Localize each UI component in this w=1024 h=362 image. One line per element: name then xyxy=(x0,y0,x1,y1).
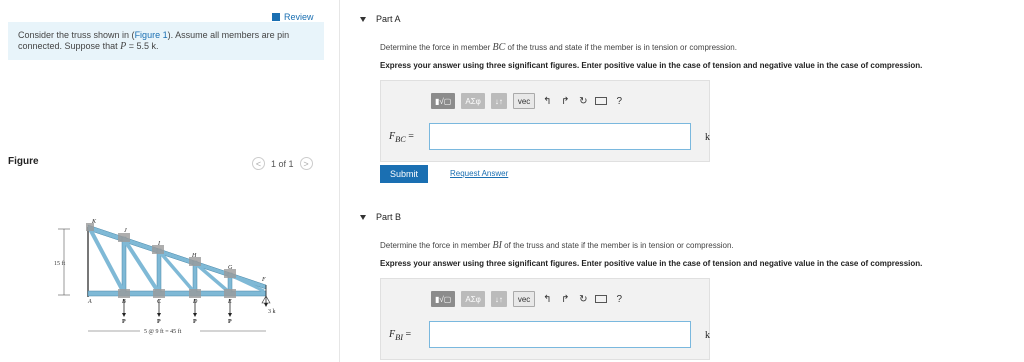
node-A: A xyxy=(87,299,92,305)
vec-button[interactable]: vec xyxy=(512,93,536,109)
part-b-unit: k xyxy=(705,330,710,341)
part-a-unit: k xyxy=(705,132,710,143)
undo-icon[interactable]: ↰ xyxy=(541,96,553,107)
templates-button[interactable]: ▮√▢ xyxy=(431,93,456,109)
arrows-button[interactable]: ↓↑ xyxy=(490,291,507,307)
node-H: H xyxy=(191,253,197,259)
load-label-3: P xyxy=(193,319,197,325)
part-b-instruction: Express your answer using three signific… xyxy=(380,259,923,268)
node-G: G xyxy=(228,265,233,271)
help-icon[interactable]: ? xyxy=(613,294,625,305)
part-a-q-text-2: of the truss and state if the member is … xyxy=(505,43,737,52)
part-a-answer-input[interactable] xyxy=(429,123,691,150)
vec-button[interactable]: vec xyxy=(512,291,536,307)
part-a-eq: = xyxy=(405,131,414,142)
right-load-label: 3 k xyxy=(268,309,276,315)
next-figure-button[interactable]: > xyxy=(299,157,313,170)
truss-figure: 15 ft K J I H G F A B C D xyxy=(54,219,276,335)
node-E: E xyxy=(227,299,232,305)
book-icon xyxy=(272,13,280,21)
part-a-toolbar: ▮√▢ ΑΣφ ↓↑ vec ↰ ↱ ↻ ? xyxy=(431,93,625,109)
part-b-q-text: Determine the force in member xyxy=(380,241,493,250)
part-b-answer-input[interactable] xyxy=(429,321,691,348)
arrows-button[interactable]: ↓↑ xyxy=(490,93,507,109)
help-icon[interactable]: ? xyxy=(613,96,625,107)
reset-icon[interactable]: ↻ xyxy=(577,294,589,305)
figure-link[interactable]: Figure 1 xyxy=(135,30,168,40)
undo-icon[interactable]: ↰ xyxy=(541,294,553,305)
templates-button[interactable]: ▮√▢ xyxy=(431,291,456,307)
request-answer-link[interactable]: Request Answer xyxy=(450,169,508,178)
problem-value: = 5.5 k. xyxy=(126,41,159,51)
load-label-4: P xyxy=(228,319,232,325)
part-b-eq: = xyxy=(402,329,412,340)
part-a-variable: FBC = xyxy=(389,131,414,144)
greek-button[interactable]: ΑΣφ xyxy=(461,93,485,109)
part-a-title: Part A xyxy=(376,14,401,24)
problem-text-1: Consider the truss shown in ( xyxy=(18,30,135,40)
part-a-q-text: Determine the force in member xyxy=(380,43,493,52)
part-b-answer-box: ▮√▢ ΑΣφ ↓↑ vec ↰ ↱ ↻ ? FBI = xyxy=(380,278,710,360)
part-b-title: Part B xyxy=(376,212,402,222)
figure-heading: Figure xyxy=(8,156,39,167)
collapse-icon xyxy=(360,214,366,220)
part-b-header[interactable]: Part B xyxy=(360,212,401,222)
part-b-question: Determine the force in member BI of the … xyxy=(380,240,734,251)
node-C: C xyxy=(157,299,162,305)
part-b-member: BI xyxy=(492,240,502,251)
part-a-instruction: Express your answer using three signific… xyxy=(380,61,923,70)
part-b-var-sub: BI xyxy=(395,333,403,342)
figure-pager: < 1 of 1 > xyxy=(252,157,313,170)
reset-icon[interactable]: ↻ xyxy=(577,96,589,107)
dim-height-label: 15 ft xyxy=(54,260,65,267)
part-b-variable: FBI = xyxy=(389,329,411,342)
review-label: Review xyxy=(284,12,314,22)
part-a-question: Determine the force in member BC of the … xyxy=(380,42,737,53)
redo-icon[interactable]: ↱ xyxy=(559,96,571,107)
load-label-2: P xyxy=(157,319,161,325)
keyboard-icon[interactable] xyxy=(595,295,608,303)
keyboard-icon[interactable] xyxy=(595,97,608,105)
part-a-member: BC xyxy=(492,42,506,53)
part-b-toolbar: ▮√▢ ΑΣφ ↓↑ vec ↰ ↱ ↻ ? xyxy=(431,291,625,307)
pager-text: 1 of 1 xyxy=(271,158,294,169)
part-a-answer-box: ▮√▢ ΑΣφ ↓↑ vec ↰ ↱ ↻ ? FBC = xyxy=(380,80,710,162)
problem-statement: Consider the truss shown in (Figure 1). … xyxy=(8,22,324,60)
part-b-q-text-2: of the truss and state if the member is … xyxy=(501,241,734,250)
right-panel: Part A Determine the force in member BC … xyxy=(360,0,1024,362)
node-J: J xyxy=(124,228,127,234)
submit-button[interactable]: Submit xyxy=(380,165,428,183)
greek-button[interactable]: ΑΣφ xyxy=(461,291,485,307)
left-panel: Review Consider the truss shown in (Figu… xyxy=(0,0,340,362)
load-label-1: P xyxy=(122,319,126,325)
dim-span-label: 5 @ 9 ft = 45 ft xyxy=(144,328,182,335)
part-a-var-sub: BC xyxy=(395,135,406,144)
collapse-icon xyxy=(360,16,366,22)
node-K: K xyxy=(91,219,97,225)
redo-icon[interactable]: ↱ xyxy=(559,294,571,305)
prev-figure-button[interactable]: < xyxy=(252,157,265,170)
review-link[interactable]: Review xyxy=(272,12,314,22)
node-F: F xyxy=(261,277,266,283)
part-a-header[interactable]: Part A xyxy=(360,14,401,24)
